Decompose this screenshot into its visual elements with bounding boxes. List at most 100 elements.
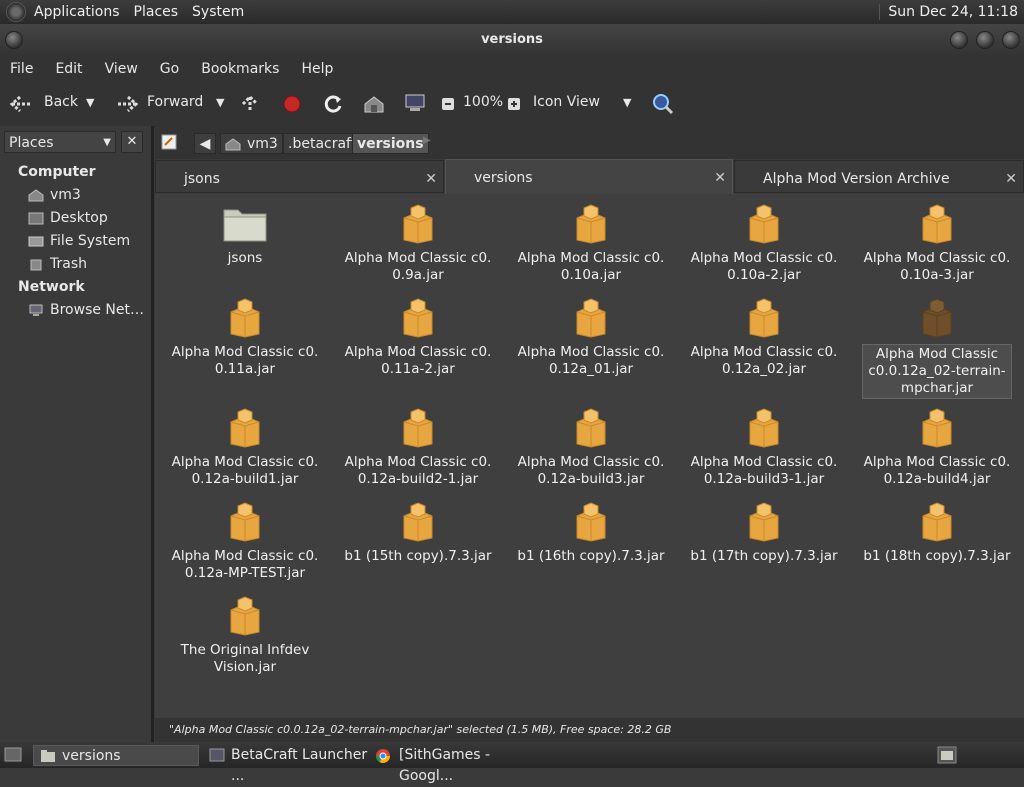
file-item[interactable]: b1 (18th copy).7.3.jar xyxy=(862,502,1012,565)
menu-edit[interactable]: Edit xyxy=(55,61,82,77)
file-name-label: Alpha Mod Classic c0. 0.12a-build3-1.jar xyxy=(690,454,838,487)
tab-label: jsons xyxy=(184,171,220,187)
sidebar-item-vm3[interactable]: vm3 xyxy=(28,187,81,203)
back-dropdown-icon[interactable]: ▼ xyxy=(86,96,94,109)
view-mode-dropdown-icon[interactable]: ▼ xyxy=(623,96,631,109)
java-app-icon xyxy=(209,748,225,762)
file-item[interactable]: Alpha Mod Classic c0. 0.12a-build4.jar xyxy=(862,408,1012,488)
folder-item[interactable]: jsons xyxy=(170,204,320,267)
file-name-label: Alpha Mod Classic c0. 0.12a-build2-1.jar xyxy=(344,454,492,487)
sidebar-item-browse-network[interactable]: Browse Net… xyxy=(28,302,144,318)
jar-file-icon xyxy=(401,408,435,448)
zoom-out-icon[interactable] xyxy=(441,97,455,111)
breadcrumb-label: .betacraft xyxy=(288,136,357,152)
file-name-label: Alpha Mod Classic c0. 0.11a-2.jar xyxy=(344,344,492,377)
sidebar-item-trash[interactable]: Trash xyxy=(28,256,87,272)
file-name-label: Alpha Mod Classic c0. 0.11a.jar xyxy=(171,344,319,377)
file-item[interactable]: Alpha Mod Classic c0. 0.12a-MP-TEST.jar xyxy=(170,502,320,582)
file-item[interactable]: Alpha Mod Classic c0. 0.12a-build2-1.jar xyxy=(343,408,493,488)
file-item[interactable]: Alpha Mod Classic c0.0.12a_02-terrain-mpc… xyxy=(862,298,1012,399)
file-item[interactable]: Alpha Mod Classic c0. 0.12a-build3-1.jar xyxy=(689,408,839,488)
minimize-icon[interactable] xyxy=(950,31,968,49)
show-desktop-icon[interactable] xyxy=(4,747,22,763)
file-item[interactable]: Alpha Mod Classic c0. 0.11a-2.jar xyxy=(343,298,493,378)
taskbar-label: [SithGames - Googl... xyxy=(399,747,491,784)
file-item[interactable]: b1 (16th copy).7.3.jar xyxy=(516,502,666,565)
sidebar-item-desktop[interactable]: Desktop xyxy=(28,210,108,226)
folder-icon xyxy=(222,204,268,244)
tab-close-icon[interactable]: ✕ xyxy=(425,161,437,197)
search-icon[interactable] xyxy=(652,93,674,115)
close-icon[interactable] xyxy=(1002,31,1020,49)
tab-close-icon[interactable]: ✕ xyxy=(1005,161,1017,197)
sidebar-view-select[interactable]: Places ▼ xyxy=(4,131,116,153)
tab-alpha-mod-version-archive[interactable]: Alpha Mod Version Archive ✕ xyxy=(734,160,1024,193)
tab-close-icon[interactable]: ✕ xyxy=(714,160,726,196)
menu-file[interactable]: File xyxy=(10,61,33,77)
chevron-right-icon[interactable]: ▶ xyxy=(423,135,431,146)
breadcrumb-versions[interactable]: versions xyxy=(352,133,429,154)
file-item[interactable]: Alpha Mod Classic c0. 0.12a_02.jar xyxy=(689,298,839,378)
file-item[interactable]: Alpha Mod Classic c0. 0.10a-3.jar xyxy=(862,204,1012,284)
window-titlebar[interactable]: versions xyxy=(0,24,1024,56)
file-item[interactable]: b1 (17th copy).7.3.jar xyxy=(689,502,839,565)
jar-file-icon xyxy=(401,298,435,338)
jar-file-icon xyxy=(574,298,608,338)
file-item[interactable]: The Original Infdev Vision.jar xyxy=(170,596,320,676)
tab-jsons[interactable]: jsons ✕ xyxy=(155,160,444,193)
computer-icon[interactable] xyxy=(404,93,426,113)
file-item[interactable]: Alpha Mod Classic c0. 0.12a-build1.jar xyxy=(170,408,320,488)
file-icon-view[interactable]: jsons Alpha Mod Classic c0. 0.9a.jar Alpha … xyxy=(155,194,1024,718)
forward-dropdown-icon[interactable]: ▼ xyxy=(216,96,224,109)
taskbar-item-versions[interactable]: versions xyxy=(33,745,199,766)
menu-view[interactable]: View xyxy=(105,61,138,77)
forward-arrow-icon[interactable] xyxy=(114,95,138,113)
trash-icon xyxy=(30,259,42,270)
breadcrumb-vm3[interactable]: vm3 xyxy=(220,133,283,154)
stop-icon[interactable] xyxy=(283,95,301,113)
menu-applications[interactable]: Applications xyxy=(34,4,120,20)
file-item[interactable]: Alpha Mod Classic c0. 0.11a.jar xyxy=(170,298,320,378)
edit-location-icon[interactable] xyxy=(161,134,177,150)
home-icon[interactable] xyxy=(363,95,385,113)
drive-icon xyxy=(28,236,44,246)
clock[interactable]: Sun Dec 24, 11:18 xyxy=(879,4,1018,20)
back-button[interactable]: Back xyxy=(44,94,78,110)
file-item[interactable]: Alpha Mod Classic c0. 0.12a-build3.jar xyxy=(516,408,666,488)
file-name-label: b1 (16th copy).7.3.jar xyxy=(517,548,665,564)
file-item[interactable]: Alpha Mod Classic c0. 0.10a-2.jar xyxy=(689,204,839,284)
network-icon xyxy=(29,304,43,316)
taskbar-item-betacraft[interactable]: BetaCraft Launcher ... xyxy=(203,745,369,784)
file-item[interactable]: Alpha Mod Classic c0. 0.9a.jar xyxy=(343,204,493,284)
breadcrumb-betacraft[interactable]: .betacraft xyxy=(283,133,362,154)
sidebar-item-file-system[interactable]: File System xyxy=(28,233,130,249)
workspace-switcher-icon[interactable] xyxy=(937,746,957,764)
menu-system[interactable]: System xyxy=(192,4,244,20)
tab-versions[interactable]: versions ✕ xyxy=(445,159,733,194)
menu-places[interactable]: Places xyxy=(134,4,179,20)
taskbar-item-chrome[interactable]: [SithGames - Googl... xyxy=(371,745,541,784)
menu-help[interactable]: Help xyxy=(301,61,333,77)
gnome-foot-icon[interactable] xyxy=(6,2,26,22)
sidebar-close-button[interactable]: ✕ xyxy=(121,131,143,153)
file-item[interactable]: Alpha Mod Classic c0. 0.12a_01.jar xyxy=(516,298,666,378)
window-menu-icon[interactable] xyxy=(5,31,23,49)
view-mode-select[interactable]: Icon View xyxy=(533,94,600,110)
menu-go[interactable]: Go xyxy=(160,61,179,77)
menu-bookmarks[interactable]: Bookmarks xyxy=(201,61,279,77)
file-name-label: b1 (15th copy).7.3.jar xyxy=(344,548,492,564)
forward-button[interactable]: Forward xyxy=(147,94,203,110)
file-name-label: Alpha Mod Classic c0. 0.10a.jar xyxy=(517,250,665,283)
file-name-label: Alpha Mod Classic c0. 0.10a-3.jar xyxy=(863,250,1011,283)
path-back-button[interactable]: ◀ xyxy=(194,133,216,154)
zoom-in-icon[interactable] xyxy=(507,97,521,111)
taskbar-label: BetaCraft Launcher ... xyxy=(231,747,368,784)
maximize-icon[interactable] xyxy=(976,31,994,49)
file-item[interactable]: Alpha Mod Classic c0. 0.10a.jar xyxy=(516,204,666,284)
jar-file-icon xyxy=(920,502,954,542)
chrome-icon xyxy=(376,749,390,763)
file-item[interactable]: b1 (15th copy).7.3.jar xyxy=(343,502,493,565)
up-arrow-icon[interactable] xyxy=(240,94,260,114)
back-arrow-icon[interactable] xyxy=(10,95,34,113)
reload-icon[interactable] xyxy=(323,94,343,114)
